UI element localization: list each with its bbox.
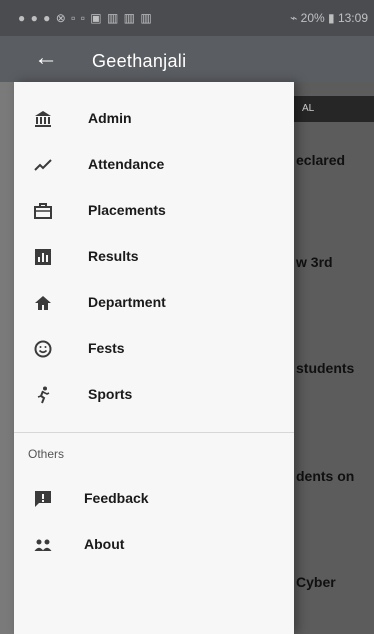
run-icon [32,384,54,406]
background-text-5: Cyber [296,574,336,590]
feedback-icon [32,488,54,510]
chart-icon [32,246,54,268]
navigation-drawer: Admin Attendance Placements Results Depa [14,82,294,634]
drawer-divider [14,432,294,433]
trend-icon [32,154,54,176]
drawer-item-admin[interactable]: Admin [14,96,294,142]
briefcase-icon [32,200,54,222]
drawer-item-sports[interactable]: Sports [14,372,294,418]
app-bar: ← Geethanjali [0,36,374,82]
drawer-item-attendance[interactable]: Attendance [14,142,294,188]
drawer-item-placements[interactable]: Placements [14,188,294,234]
background-content: AL eclared w 3rd students dents on Cyber [292,82,374,634]
drawer-item-label: Placements [88,202,166,218]
smile-icon [32,338,54,360]
drawer-item-label: Attendance [88,156,165,172]
drawer-item-label: Feedback [84,490,149,506]
drawer-section-label: Others [28,447,65,461]
drawer-item-label: Admin [88,110,132,126]
back-arrow-icon[interactable]: ← [34,44,58,72]
background-strip: AL [292,96,374,122]
status-icons-left: ● ● ● ⊗ ▫ ▫ ▣ ▥ ▥ ▥ [18,11,153,25]
drawer-item-results[interactable]: Results [14,234,294,280]
drawer-item-about[interactable]: About [14,522,294,568]
drawer-item-label: Department [88,294,166,310]
home-icon [32,292,54,314]
drawer-item-feedback[interactable]: Feedback [14,476,294,522]
status-bar: ● ● ● ⊗ ▫ ▫ ▣ ▥ ▥ ▥ ⌁ 20% ▮ 13:09 [0,0,374,36]
people-icon [32,534,54,556]
drawer-item-label: About [84,536,125,552]
background-text-1: eclared [296,152,346,168]
drawer-item-label: Sports [88,386,133,402]
bank-icon [32,108,54,130]
app-title: Geethanjali [92,51,187,71]
background-text-2: w 3rd [296,254,333,270]
background-text-3: students [296,360,355,376]
drawer-item-department[interactable]: Department [14,280,294,326]
drawer-item-label: Results [88,248,139,264]
drawer-item-fests[interactable]: Fests [14,326,294,372]
status-icons-right: ⌁ 20% ▮ 13:09 [290,11,368,25]
drawer-item-label: Fests [88,340,125,356]
background-text-4: dents on [296,468,355,484]
